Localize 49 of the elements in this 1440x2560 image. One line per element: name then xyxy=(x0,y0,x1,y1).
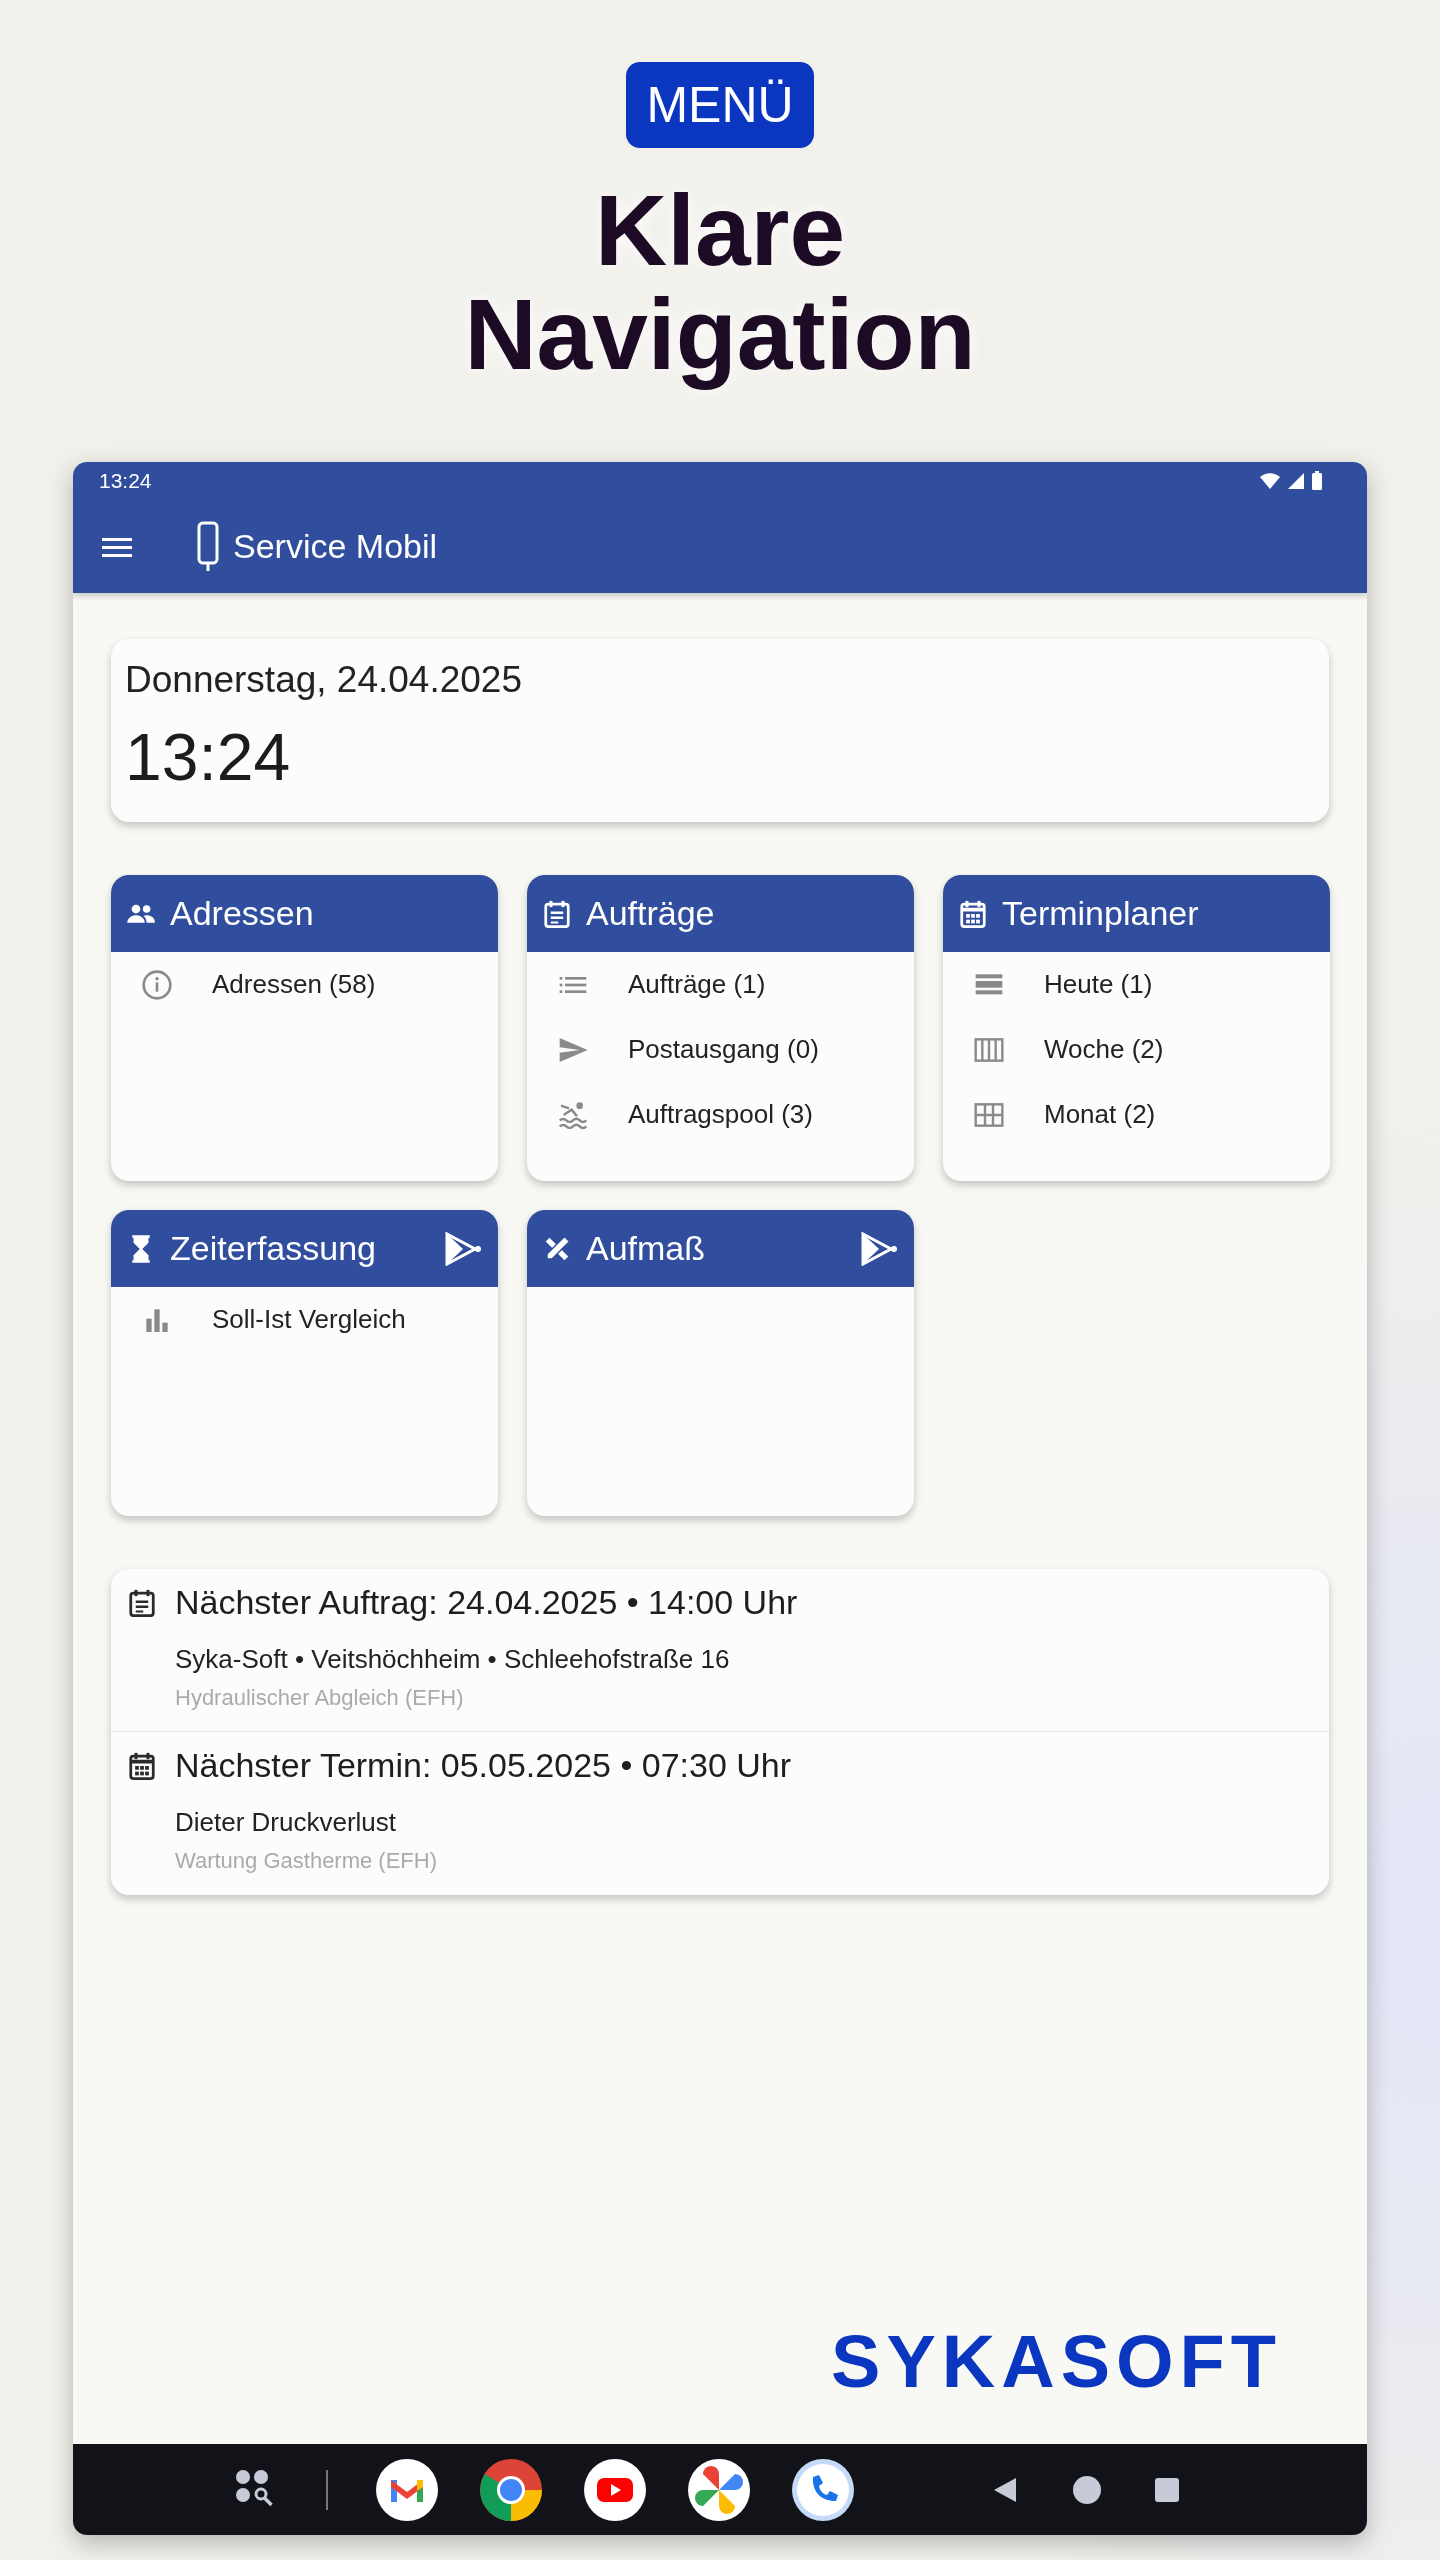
app-title: Service Mobil xyxy=(233,527,438,566)
menu-item[interactable]: Adressen (58) xyxy=(111,952,498,1017)
module-title: Aufträge xyxy=(586,894,716,933)
module-header[interactable]: Aufmaß xyxy=(527,1210,914,1287)
menu-item[interactable]: Postausgang (0) xyxy=(527,1017,914,1082)
module-header[interactable]: Terminplaner xyxy=(943,875,1330,952)
calendar-icon xyxy=(127,1587,157,1618)
phone-device-icon xyxy=(197,520,219,573)
calendar-icon xyxy=(127,1750,157,1781)
phone-app-icon[interactable] xyxy=(791,2457,855,2522)
brand-logo: SYKASOFT xyxy=(831,2332,1282,2392)
recents-icon[interactable] xyxy=(1154,2476,1180,2503)
info-icon xyxy=(141,968,173,1001)
menu-item[interactable]: Monat (2) xyxy=(943,1082,1330,1147)
upcoming-line: Dieter Druckverlust xyxy=(175,1807,398,1838)
pinwheel-app-icon[interactable] xyxy=(687,2457,751,2522)
menu-item[interactable]: Auftragspool (3) xyxy=(527,1082,914,1147)
mail-app-icon[interactable] xyxy=(375,2457,439,2522)
module-title: Zeiterfassung xyxy=(170,1229,377,1268)
calendar-icon xyxy=(542,898,572,929)
battery-icon xyxy=(1311,471,1323,491)
play-arrow-icon[interactable] xyxy=(860,1231,898,1266)
upcoming-title[interactable]: Nächster Termin: 05.05.2025 • 07:30 Uhr xyxy=(175,1746,792,1785)
menu-item[interactable]: Soll-Ist Vergleich xyxy=(111,1287,498,1352)
browser-app-icon[interactable] xyxy=(479,2457,543,2522)
section-badge: MENÜ xyxy=(626,62,814,148)
calendar-icon xyxy=(958,898,988,929)
menu-item[interactable]: Heute (1) xyxy=(943,952,1330,1017)
menu-icon[interactable] xyxy=(102,535,132,558)
upcoming-detail: Hydraulischer Abgleich (EFH) xyxy=(175,1685,465,1711)
clock-text: 13:24 xyxy=(125,719,292,795)
signal-icon xyxy=(1287,472,1305,490)
upcoming-title[interactable]: Nächster Auftrag: 24.04.2025 • 14:00 Uhr xyxy=(175,1583,798,1622)
module-header[interactable]: Zeiterfassung xyxy=(111,1210,498,1287)
upcoming-detail: Wartung Gastherme (EFH) xyxy=(175,1848,439,1874)
home-icon[interactable] xyxy=(1072,2474,1102,2505)
module-header[interactable]: Adressen xyxy=(111,875,498,952)
menu-item[interactable]: Woche (2) xyxy=(943,1017,1330,1082)
menu-item[interactable]: Aufträge (1) xyxy=(527,952,914,1017)
upcoming-line: Syka-Soft • Veitshöchheim • Schleehofstraße 16 xyxy=(175,1644,731,1675)
module-title: Terminplaner xyxy=(1002,894,1200,933)
wifi-icon xyxy=(1259,472,1281,490)
module-title: Adressen xyxy=(170,894,315,933)
module-title: Aufmaß xyxy=(586,1229,707,1268)
date-text: Donnerstag, 24.04.2025 xyxy=(125,659,524,701)
video-app-icon[interactable] xyxy=(583,2457,647,2522)
status-time: 13:24 xyxy=(99,469,152,493)
play-arrow-icon[interactable] xyxy=(444,1231,482,1266)
module-header[interactable]: Aufträge xyxy=(527,875,914,952)
